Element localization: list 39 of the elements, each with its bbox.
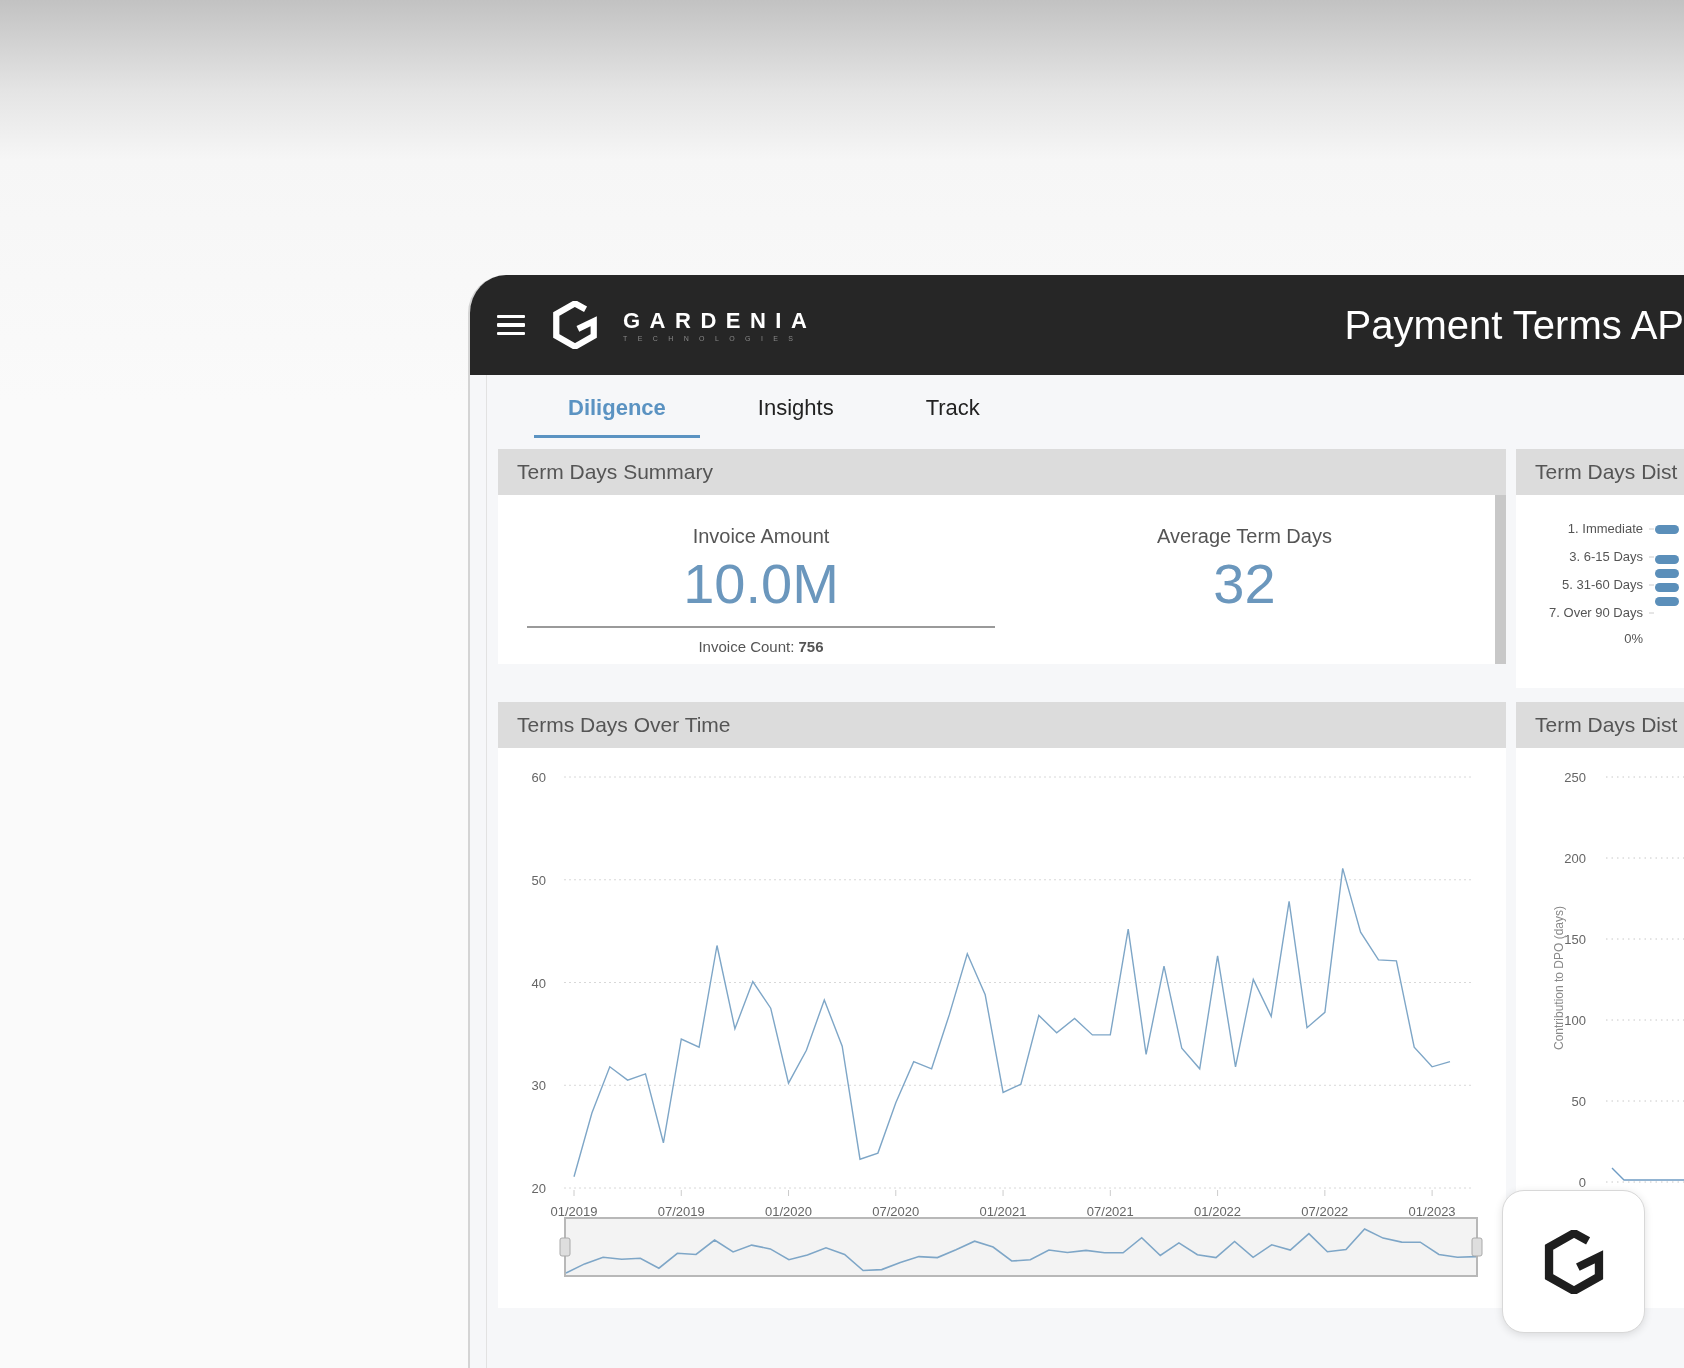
metric-label: Invoice Amount xyxy=(692,525,830,548)
x-axis-label: 01/2019 xyxy=(550,1204,598,1219)
y-axis-label: 30 xyxy=(531,1078,546,1094)
brand-name: GARDENIA xyxy=(623,308,817,334)
category-label: 7. Over 90 Days xyxy=(1549,605,1643,621)
x-axis-label: 07/2022 xyxy=(1301,1204,1349,1219)
metric-note: Invoice Count: 756 xyxy=(698,638,824,655)
category-label: 5. 31-60 Days xyxy=(1562,577,1643,593)
y-axis-label: 20 xyxy=(531,1181,546,1196)
x-axis-label: 01/2020 xyxy=(765,1204,813,1219)
x-axis-label: 01/2022 xyxy=(1194,1204,1242,1219)
metric-label: Average Term Days xyxy=(1157,525,1332,548)
y-axis-label: 150 xyxy=(1564,932,1586,947)
y-axis-label: 40 xyxy=(531,975,546,991)
panel-header: Term Days Dist xyxy=(1516,702,1684,748)
axis-title: Contribution to DPO (days) xyxy=(1552,905,1566,1051)
axis-label: 0% xyxy=(1624,631,1643,647)
category-label: 3. 6-15 Days xyxy=(1569,549,1643,565)
x-axis-label: 07/2020 xyxy=(872,1204,920,1219)
x-axis-label: 01/2021 xyxy=(979,1204,1027,1219)
y-axis-label: 60 xyxy=(531,770,546,785)
x-axis-label: 01/2023 xyxy=(1408,1204,1456,1219)
y-axis-label: 250 xyxy=(1564,770,1586,785)
panel-header: Term Days Dist xyxy=(1516,449,1684,495)
metric-value: 32 xyxy=(1213,552,1276,616)
tab[interactable]: Insights xyxy=(723,388,868,438)
y-axis-label: 50 xyxy=(1571,1094,1586,1109)
x-axis-label: 07/2021 xyxy=(1086,1204,1134,1219)
y-axis-label: 100 xyxy=(1564,1013,1586,1028)
page-title: Payment Terms AP xyxy=(1344,302,1684,348)
category-label: 1. Immediate xyxy=(1567,521,1643,537)
tab[interactable]: Track xyxy=(891,388,1014,438)
y-axis-label: 50 xyxy=(531,872,546,888)
y-axis-label: 0 xyxy=(1578,1175,1586,1190)
panel-header: Terms Days Over Time xyxy=(498,702,1506,748)
x-axis-label: 07/2019 xyxy=(657,1204,705,1219)
y-axis-label: 200 xyxy=(1564,851,1586,866)
panel-header: Term Days Summary xyxy=(498,449,1506,495)
metric-value: 10.0M xyxy=(683,552,839,616)
